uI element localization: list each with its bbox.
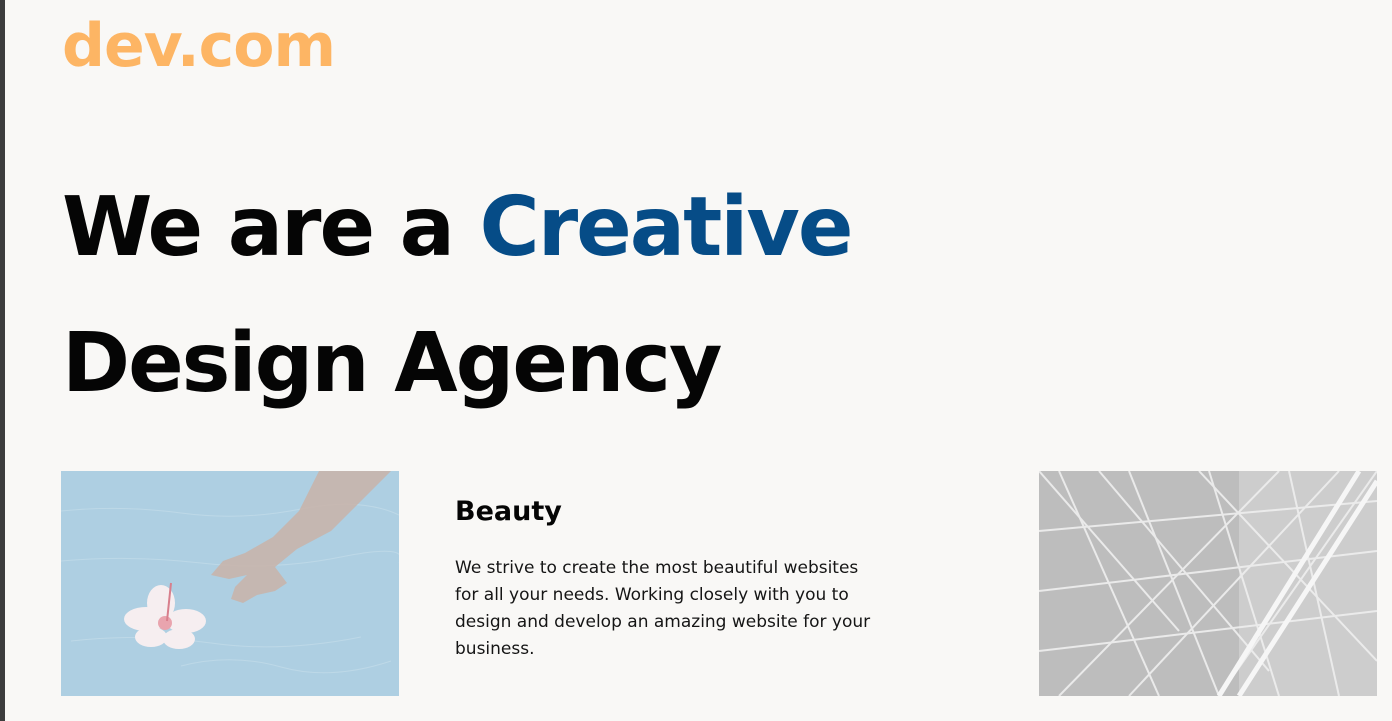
hand-water-flower-image — [61, 471, 399, 696]
logo-link[interactable]: dev.com — [62, 8, 336, 84]
feature-description: We strive to create the most beautiful w… — [455, 558, 871, 659]
steel-lattice-image — [1039, 471, 1377, 696]
hero-line-1: We are a Creative — [62, 160, 854, 296]
hero-accent-word: Creative — [479, 180, 854, 275]
hero-text-1: We are a — [62, 180, 480, 275]
feature-title: Beauty — [455, 496, 562, 527]
hero-heading: We are a Creative Design Agency — [62, 160, 854, 432]
hero-line-2: Design Agency — [62, 316, 722, 411]
window-left-edge — [0, 0, 5, 721]
